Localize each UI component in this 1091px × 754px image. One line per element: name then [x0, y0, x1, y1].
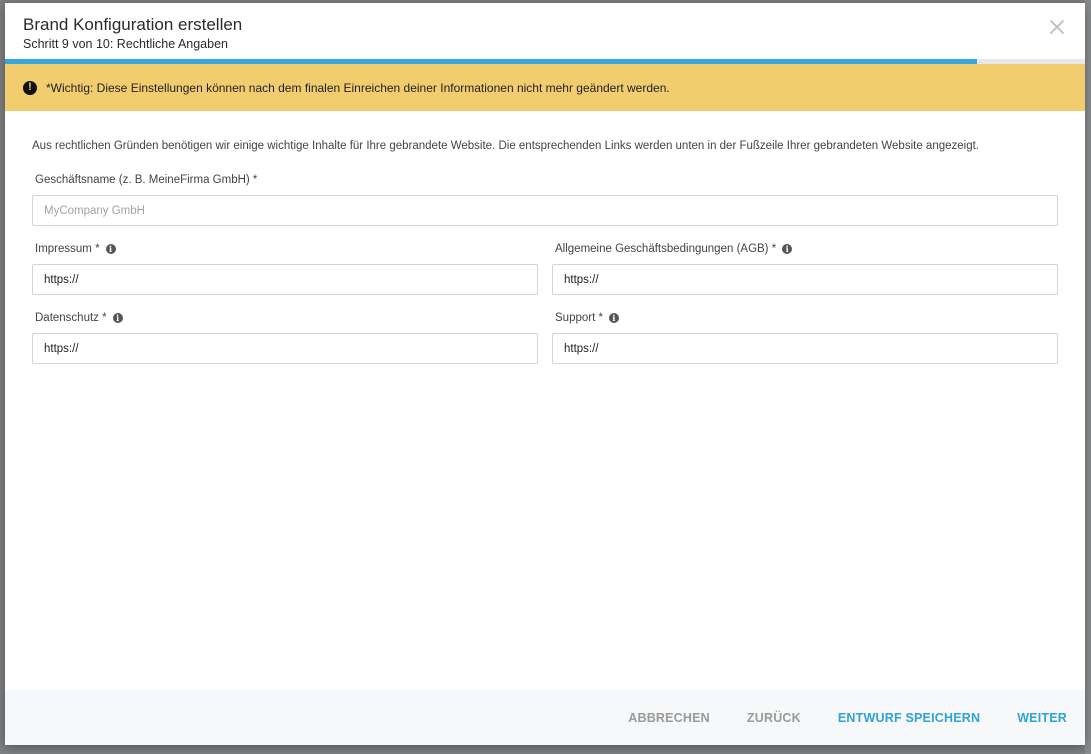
datenschutz-label-text: Datenschutz *	[35, 312, 107, 324]
dialog-title: Brand Konfiguration erstellen	[23, 15, 243, 34]
next-button[interactable]: WEITER	[1017, 711, 1067, 725]
cancel-button[interactable]: ABBRECHEN	[628, 711, 710, 725]
dialog-footer: ABBRECHEN ZURÜCK ENTWURF SPEICHERN WEITE…	[5, 690, 1085, 745]
back-button[interactable]: ZURÜCK	[747, 711, 801, 725]
support-input[interactable]	[552, 333, 1058, 364]
company-name-label-text: Geschäftsname (z. B. MeineFirma GmbH) *	[35, 174, 258, 186]
close-button[interactable]	[1047, 17, 1067, 37]
datenschutz-input[interactable]	[32, 333, 538, 364]
info-icon[interactable]: i	[105, 244, 116, 254]
dialog-body: Aus rechtlichen Gründen benötigen wir ei…	[5, 111, 1085, 364]
dialog-header: Brand Konfiguration erstellen Schritt 9 …	[5, 3, 1085, 59]
impressum-label-text: Impressum *	[35, 243, 100, 255]
brand-config-dialog: Brand Konfiguration erstellen Schritt 9 …	[5, 3, 1085, 745]
close-icon	[1050, 20, 1064, 34]
support-label-text: Support *	[555, 312, 603, 324]
datenschutz-label: Datenschutz * i	[32, 311, 538, 325]
warning-banner: ! *Wichtig: Diese Einstellungen können n…	[5, 64, 1085, 111]
company-name-input[interactable]	[32, 195, 1058, 226]
company-name-label: Geschäftsname (z. B. MeineFirma GmbH) *	[32, 173, 1058, 187]
dialog-subtitle: Schritt 9 von 10: Rechtliche Angaben	[23, 37, 228, 51]
support-label: Support * i	[552, 311, 1058, 325]
warning-text: *Wichtig: Diese Einstellungen können nac…	[46, 80, 670, 95]
agb-label: Allgemeine Geschäftsbedingungen (AGB) * …	[552, 242, 1058, 256]
info-icon[interactable]: i	[608, 313, 619, 323]
agb-label-text: Allgemeine Geschäftsbedingungen (AGB) *	[555, 243, 777, 255]
exclamation-circle-icon: !	[23, 80, 37, 95]
info-icon[interactable]: i	[782, 244, 793, 254]
impressum-input[interactable]	[32, 264, 538, 295]
info-icon[interactable]: i	[112, 313, 123, 323]
save-draft-button[interactable]: ENTWURF SPEICHERN	[838, 711, 980, 725]
intro-text: Aus rechtlichen Gründen benötigen wir ei…	[32, 140, 979, 152]
background-page	[1085, 0, 1091, 754]
impressum-label: Impressum * i	[32, 242, 538, 256]
agb-input[interactable]	[552, 264, 1058, 295]
